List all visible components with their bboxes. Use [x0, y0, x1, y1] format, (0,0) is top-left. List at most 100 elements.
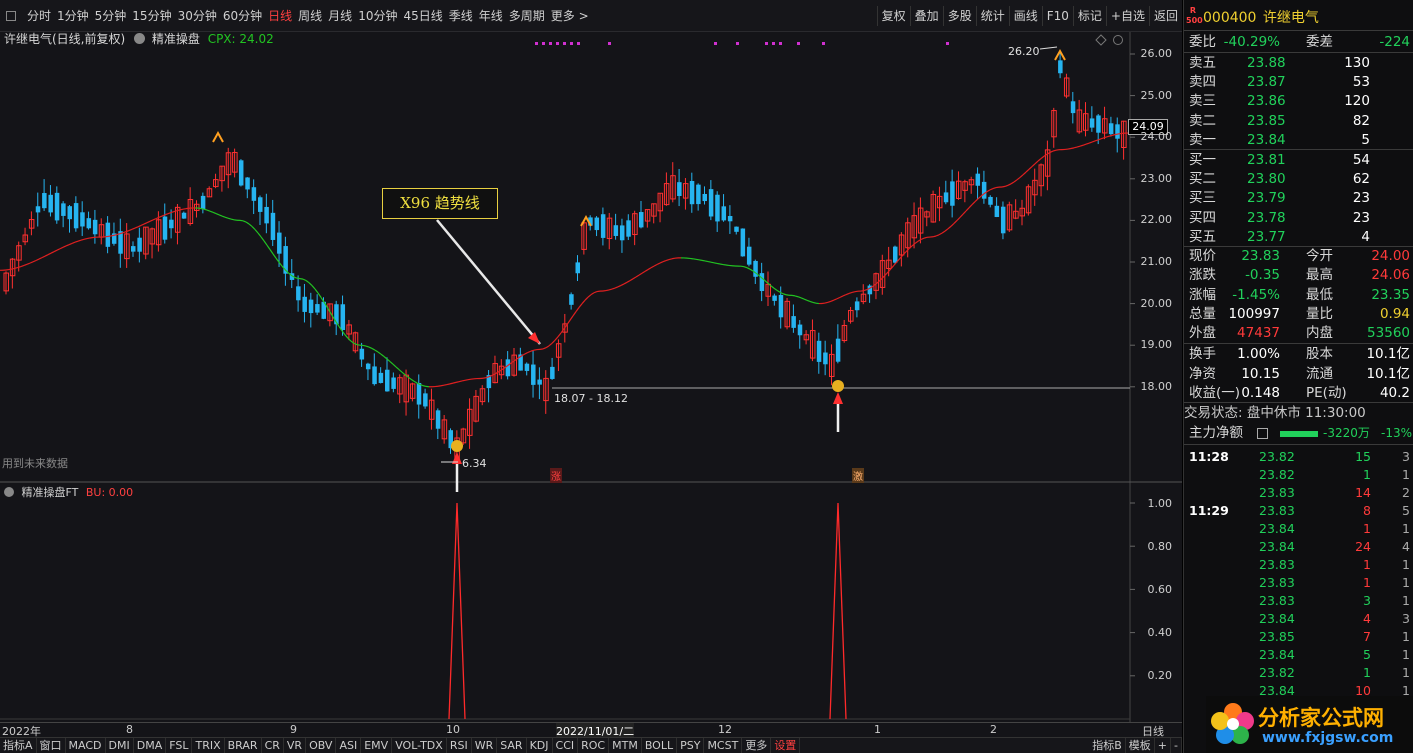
candle — [409, 382, 416, 402]
period-tab-2[interactable]: 5分钟 — [92, 9, 130, 23]
candle — [936, 186, 943, 222]
indicator-tab-2[interactable]: MACD — [66, 738, 106, 753]
zhang-signal-label: 涨 — [550, 468, 562, 483]
toolbar-button-5[interactable]: F10 — [1041, 6, 1073, 26]
indicator-tab-21[interactable]: BOLL — [642, 738, 678, 753]
period-tab-9[interactable]: 10分钟 — [355, 9, 400, 23]
stock-code: 000400 — [1203, 10, 1257, 26]
indicator-tab-12[interactable]: EMV — [361, 738, 393, 753]
price-tick-1: 25.00 — [1140, 88, 1173, 102]
indicator-tab-19[interactable]: ROC — [578, 738, 610, 753]
candle — [219, 165, 225, 192]
period-tab-14[interactable]: 更多 > — [548, 9, 592, 23]
ask-row-4[interactable]: 卖一 23.84 5 — [1184, 131, 1413, 150]
toolbar-button-1[interactable]: 叠加 — [909, 6, 943, 26]
bid-row-4[interactable]: 买五 23.77 4 — [1184, 228, 1413, 247]
indicator-tab-23[interactable]: MCST — [704, 738, 743, 753]
toolbar-button-8[interactable]: 返回 — [1148, 6, 1182, 26]
candle — [600, 207, 606, 246]
candle — [245, 177, 250, 199]
stat-row-5: 换手 1.00% 股本 10.1亿 — [1189, 346, 1410, 363]
period-tab-10[interactable]: 45日线 — [400, 9, 445, 23]
window-menu-icon[interactable] — [6, 10, 16, 21]
indicator-tab-3[interactable]: DMI — [106, 738, 134, 753]
period-tab-5[interactable]: 60分钟 — [220, 9, 265, 23]
bid-row-1[interactable]: 买二 23.80 62 — [1184, 170, 1413, 189]
bottom-right-tab-2[interactable]: + — [1155, 738, 1172, 753]
date-axis: 2022年 8 9 10 2022/11/01/二 12 1 2 日线 — [0, 722, 1182, 739]
toolbar-button-6[interactable]: 标记 — [1072, 6, 1106, 26]
sub-indicator-title[interactable]: 精准操盘FT — [22, 486, 79, 499]
bid-row-3[interactable]: 买四 23.78 23 — [1184, 209, 1413, 228]
period-tab-0[interactable]: 分时 — [24, 9, 54, 23]
ask-row-2[interactable]: 卖三 23.86 120 — [1184, 92, 1413, 111]
period-tab-11[interactable]: 季线 — [446, 9, 476, 23]
period-tab-1[interactable]: 1分钟 — [54, 9, 92, 23]
indicator-tab-0[interactable]: 指标A — [0, 738, 37, 753]
indicator-tab-5[interactable]: FSL — [166, 738, 193, 753]
bid-row-2[interactable]: 买三 23.79 23 — [1184, 189, 1413, 208]
candle — [9, 258, 16, 289]
candle — [575, 255, 580, 282]
main-net-menu-icon[interactable] — [1257, 428, 1268, 439]
bid-row-0[interactable]: 买一 23.81 54 — [1184, 151, 1413, 170]
candle — [988, 195, 993, 208]
candle — [879, 254, 886, 295]
period-tab-4[interactable]: 30分钟 — [175, 9, 220, 23]
indicator-tab-24[interactable]: 更多 — [742, 738, 772, 753]
sub-dropdown-icon[interactable] — [4, 487, 14, 497]
indicator-tab-4[interactable]: DMA — [134, 738, 167, 753]
candle — [149, 227, 156, 259]
candle — [854, 297, 860, 318]
future-data-label: 用到未来数据 — [2, 457, 68, 470]
indicator-tab-18[interactable]: CCI — [553, 738, 579, 753]
indicator-tab-6[interactable]: TRIX — [192, 738, 225, 753]
candle — [28, 211, 35, 236]
period-tab-13[interactable]: 多周期 — [506, 9, 548, 23]
bottom-right-tab-3[interactable]: - — [1171, 738, 1182, 753]
candle — [352, 331, 359, 354]
kline-chart-area[interactable]: 许继电气(日线,前复权) 精准操盘 CPX: 24.02 X96 趋势线 用到未… — [0, 32, 1182, 722]
period-tab-12[interactable]: 年线 — [476, 9, 506, 23]
indicator-tab-20[interactable]: MTM — [609, 738, 642, 753]
indicator-tab-1[interactable]: 窗口 — [37, 738, 66, 753]
period-tab-8[interactable]: 月线 — [325, 9, 355, 23]
ask-row-1[interactable]: 卖四 23.87 53 — [1184, 73, 1413, 92]
toolbar-button-2[interactable]: 多股 — [942, 6, 976, 26]
indicator-tab-7[interactable]: BRAR — [225, 738, 262, 753]
candle — [473, 389, 479, 423]
indicator-tab-10[interactable]: OBV — [306, 738, 337, 753]
period-tab-7[interactable]: 周线 — [295, 9, 325, 23]
indicator-tab-15[interactable]: WR — [472, 738, 498, 753]
indicator-tab-22[interactable]: PSY — [677, 738, 705, 753]
indicator-tab-25[interactable]: 设置 — [771, 738, 801, 753]
circle-icon[interactable] — [1113, 35, 1123, 45]
ask-row-0[interactable]: 卖五 23.88 130 — [1184, 54, 1413, 73]
toolbar-button-3[interactable]: 统计 — [975, 6, 1009, 26]
indicator-tab-8[interactable]: CR — [262, 738, 284, 753]
sub-tick-1: 0.80 — [1147, 540, 1173, 553]
ask-row-3[interactable]: 卖二 23.85 82 — [1184, 112, 1413, 131]
bottom-right-tab-1[interactable]: 模板 — [1126, 738, 1155, 753]
indicator-tab-13[interactable]: VOL-TDX — [392, 738, 447, 753]
period-tab-6[interactable]: 日线 — [265, 9, 295, 23]
candle — [555, 339, 562, 372]
toolbar-button-7[interactable]: +自选 — [1105, 6, 1149, 26]
toolbar-button-4[interactable]: 画线 — [1008, 6, 1042, 26]
indicator-tab-17[interactable]: KDJ — [527, 738, 553, 753]
indicator-tab-11[interactable]: ASI — [336, 738, 362, 753]
diamond-icon[interactable] — [1095, 34, 1107, 46]
tick-row-9: 23.84 4 3 — [1259, 611, 1410, 626]
bottom-right-tab-0[interactable]: 指标B — [1089, 738, 1126, 753]
candle — [639, 200, 644, 229]
indicator-tab-9[interactable]: VR — [284, 738, 307, 753]
candle — [727, 205, 733, 234]
tick-row-12: 23.82 1 1 — [1259, 665, 1410, 680]
indicator-tabs: 指标A 窗口 MACD DMI DMA FSL TRIX BRAR CR VR OBV ASI EMV V… — [0, 737, 1182, 753]
toolbar-button-0[interactable]: 复权 — [876, 6, 910, 26]
period-tab-3[interactable]: 15分钟 — [129, 9, 174, 23]
top-markers — [535, 42, 949, 45]
indicator-tab-14[interactable]: RSI — [447, 738, 472, 753]
indicator-tab-16[interactable]: SAR — [497, 738, 527, 753]
candle — [537, 367, 542, 400]
